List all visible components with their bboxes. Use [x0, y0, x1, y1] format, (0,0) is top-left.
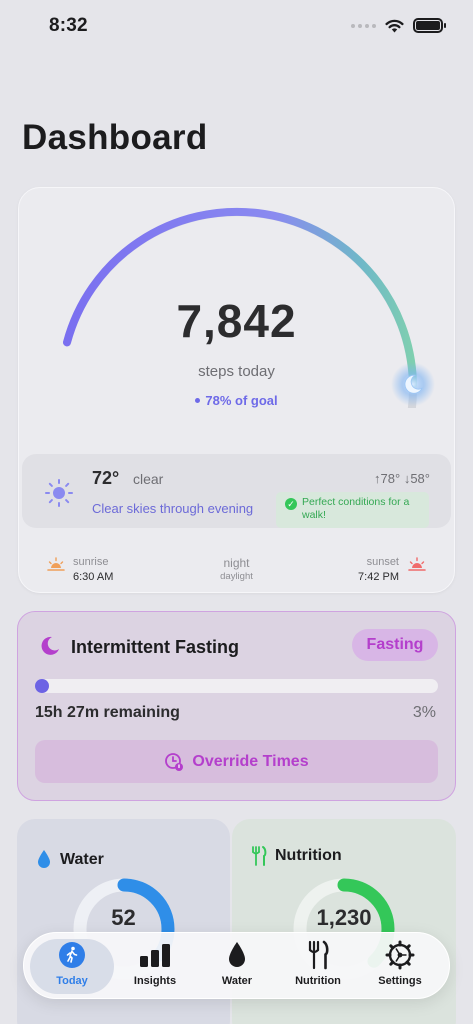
walk-conditions-badge: ✓ Perfect conditions for a walk!	[276, 492, 429, 528]
gear-icon	[385, 940, 415, 970]
nutrition-value: 1,230	[316, 905, 372, 930]
steps-card[interactable]: 7,842 steps today 78% of goal 72° clear …	[18, 187, 455, 593]
checkmark-icon: ✓	[285, 498, 297, 510]
fork-knife-icon	[308, 940, 329, 970]
battery-icon	[413, 18, 446, 33]
status-bar: 8:32	[0, 0, 473, 54]
tab-water-label: Water	[221, 975, 253, 987]
fasting-status-badge: Fasting	[352, 629, 438, 661]
tab-settings[interactable]: Settings	[358, 939, 442, 994]
tab-insights[interactable]: Insights	[113, 939, 197, 994]
override-times-label: Override Times	[192, 752, 309, 770]
bar-chart-icon	[140, 944, 170, 967]
signal-icon	[351, 23, 376, 28]
fasting-card[interactable]: Intermittent Fasting Fasting 15h 27m rem…	[17, 611, 456, 801]
steps-value: 7,842	[176, 295, 297, 347]
fasting-progress-bar	[35, 679, 438, 693]
sunset-icon	[408, 557, 426, 571]
weather-panel[interactable]: 72° clear ↑78° ↓58° Clear skies through …	[22, 454, 451, 528]
wifi-icon	[385, 19, 404, 32]
tab-today[interactable]: Today	[30, 939, 114, 994]
low-temp: ↓58°	[403, 471, 430, 486]
water-value: 52	[111, 905, 136, 930]
weather-forecast: Clear skies through evening	[92, 501, 254, 516]
sunset-time: 7:42 PM	[358, 571, 399, 583]
sun-times-row: sunrise 6:30 AM night daylight sunset 7:…	[19, 550, 454, 586]
drop-icon	[229, 942, 245, 967]
steps-label: steps today	[198, 363, 275, 380]
fork-knife-icon	[252, 846, 267, 866]
goal-text: 78% of goal	[19, 393, 454, 408]
fasting-progress-fill	[35, 679, 49, 693]
goal-dot	[195, 398, 201, 404]
water-drop-icon	[38, 850, 50, 868]
tab-insights-label: Insights	[133, 975, 177, 987]
high-temp: ↑78°	[374, 471, 401, 486]
fasting-title: Intermittent Fasting	[71, 637, 240, 657]
tab-bar: Today Insights Water Nutrition Settings	[23, 932, 450, 999]
high-low-temperature: ↑78° ↓58°	[374, 471, 430, 486]
sunset-label: sunset	[366, 556, 399, 568]
weather-condition: clear	[133, 471, 164, 487]
tab-nutrition[interactable]: Nutrition	[276, 939, 360, 994]
clock-icon	[165, 752, 184, 771]
sun-icon	[45, 479, 73, 507]
tab-water[interactable]: Water	[195, 939, 279, 994]
water-title: Water	[60, 851, 104, 868]
fasting-remaining: 15h 27m remaining	[35, 704, 180, 721]
status-time: 8:32	[49, 15, 88, 36]
tab-nutrition-label: Nutrition	[295, 975, 341, 987]
page-title: Dashboard	[22, 118, 208, 157]
walk-badge-text: Perfect conditions for a walk!	[302, 496, 410, 521]
fasting-percent: 3%	[412, 704, 436, 721]
current-temperature: 72°	[92, 468, 120, 488]
tab-today-label: Today	[56, 975, 88, 987]
moon-icon	[41, 636, 59, 655]
nutrition-title: Nutrition	[275, 847, 342, 864]
tab-settings-label: Settings	[378, 975, 422, 987]
override-times-button[interactable]: Override Times	[35, 740, 438, 783]
status-icons	[351, 18, 446, 33]
walk-icon	[59, 942, 85, 968]
goal-percent-label: 78% of goal	[205, 393, 278, 408]
